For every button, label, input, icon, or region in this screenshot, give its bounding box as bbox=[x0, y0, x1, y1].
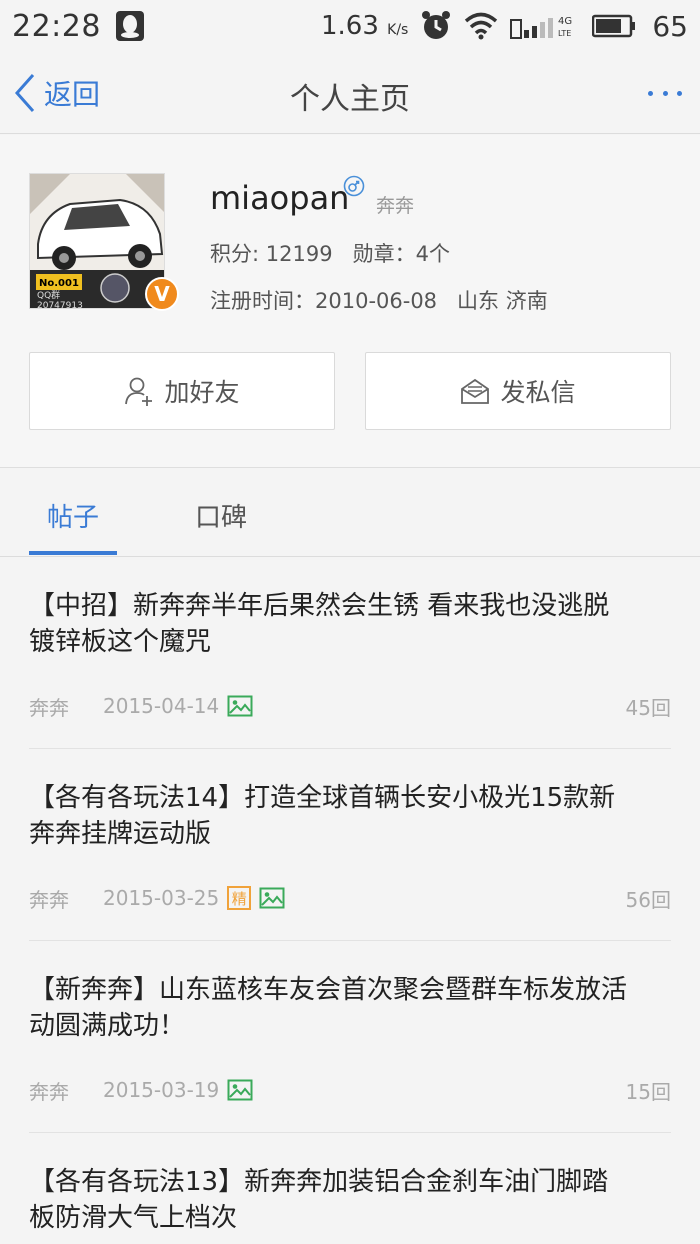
svg-text:20747913: 20747913 bbox=[37, 301, 83, 309]
active-tab-indicator bbox=[29, 551, 117, 555]
points-value: 12199 bbox=[265, 242, 333, 266]
image-icon bbox=[227, 1079, 253, 1101]
page-title: 个人主页 bbox=[290, 82, 410, 117]
post-title: 【中招】新奔奔半年后果然会生锈 看来我也没逃脱镀锌板这个魔咒 bbox=[29, 591, 610, 657]
svg-text:LTE: LTE bbox=[558, 29, 571, 38]
user-stats: 积分: 12199 勋章：4个 bbox=[210, 242, 450, 266]
male-gender-icon bbox=[343, 175, 365, 197]
post-author: 奔奔 bbox=[29, 1079, 69, 1104]
image-icon bbox=[227, 695, 253, 717]
battery-icon bbox=[592, 14, 636, 38]
post-meta: 奔奔 2015-03-25 精 56回 bbox=[29, 884, 671, 912]
post-item[interactable]: 【中招】新奔奔半年后果然会生锈 看来我也没逃脱镀锌板这个魔咒 奔奔 2015-0… bbox=[29, 558, 671, 749]
verified-badge: V bbox=[145, 277, 179, 311]
status-time: 22:28 bbox=[12, 8, 101, 44]
registration-date: 2010-06-08 bbox=[315, 289, 438, 313]
post-replies: 56回 bbox=[625, 887, 671, 912]
tab-posts[interactable]: 帖子 bbox=[47, 497, 99, 534]
post-author: 奔奔 bbox=[29, 887, 69, 912]
post-title: 【各有各玩法14】打造全球首辆长安小极光15款新奔奔挂牌运动版 bbox=[29, 783, 616, 849]
post-replies: 45回 bbox=[625, 695, 671, 720]
alarm-icon bbox=[422, 11, 451, 39]
post-meta: 奔奔 2015-04-14 45回 bbox=[29, 692, 671, 720]
tab-reviews[interactable]: 口碑 bbox=[195, 497, 247, 534]
send-message-label: 发私信 bbox=[500, 378, 576, 407]
status-bar: 22:28 1.63 K/s 4G LTE 65 bbox=[0, 0, 700, 52]
add-friend-button[interactable]: 加好友 bbox=[29, 352, 335, 430]
post-item[interactable]: 【各有各玩法13】新奔奔加装铝合金刹车油门脚踏板防滑大气上档次 bbox=[29, 1134, 671, 1244]
network-speed: 1.63 K/s bbox=[321, 11, 409, 41]
post-replies: 15回 bbox=[625, 1079, 671, 1104]
navigation-bar: 返回 个人主页 bbox=[0, 52, 700, 134]
add-user-icon bbox=[125, 377, 153, 406]
post-item[interactable]: 【新奔奔】山东蓝核车友会首次聚会暨群车标发放活动圆满成功！ 奔奔 2015-03… bbox=[29, 942, 671, 1133]
post-date: 2015-03-25 bbox=[103, 886, 220, 910]
post-date: 2015-04-14 bbox=[103, 694, 220, 718]
username: miaopan bbox=[210, 179, 350, 217]
battery-level: 65 bbox=[652, 9, 688, 43]
envelope-icon bbox=[461, 378, 490, 404]
post-title: 【各有各玩法13】新奔奔加装铝合金刹车油门脚踏板防滑大气上档次 bbox=[29, 1167, 609, 1233]
svg-text:No.001: No.001 bbox=[39, 278, 79, 289]
svg-text:4G: 4G bbox=[558, 16, 572, 27]
signal-icon: 4G LTE bbox=[510, 16, 572, 39]
post-title: 【新奔奔】山东蓝核车友会首次聚会暨群车标发放活动圆满成功！ bbox=[29, 975, 628, 1041]
back-button[interactable]: 返回 bbox=[14, 72, 100, 114]
post-item[interactable]: 【各有各玩法14】打造全球首辆长安小极光15款新奔奔挂牌运动版 奔奔 2015-… bbox=[29, 750, 671, 941]
registration-info: 注册时间：2010-06-08 山东 济南 bbox=[210, 289, 548, 313]
more-icon[interactable] bbox=[648, 78, 682, 108]
medals-value: 4个 bbox=[415, 242, 450, 266]
post-date: 2015-03-19 bbox=[103, 1078, 220, 1102]
back-chevron-icon bbox=[14, 74, 35, 112]
post-author: 奔奔 bbox=[29, 695, 69, 720]
profile-card: No.001 QQ群 20747913 V miaopan 奔奔 积分: 121… bbox=[0, 135, 700, 468]
post-meta: 奔奔 2015-03-19 15回 bbox=[29, 1076, 671, 1104]
wifi-icon bbox=[465, 12, 498, 40]
back-label: 返回 bbox=[44, 78, 101, 111]
user-location: 山东 济南 bbox=[457, 289, 548, 313]
image-icon bbox=[259, 887, 285, 909]
add-friend-label: 加好友 bbox=[164, 378, 240, 407]
user-tag: 奔奔 bbox=[376, 195, 415, 217]
send-message-button[interactable]: 发私信 bbox=[365, 352, 671, 430]
qq-icon bbox=[115, 11, 144, 41]
svg-text:QQ群: QQ群 bbox=[37, 289, 60, 301]
elite-badge: 精 bbox=[227, 886, 252, 910]
tab-bar: 帖子 口碑 bbox=[0, 469, 700, 557]
